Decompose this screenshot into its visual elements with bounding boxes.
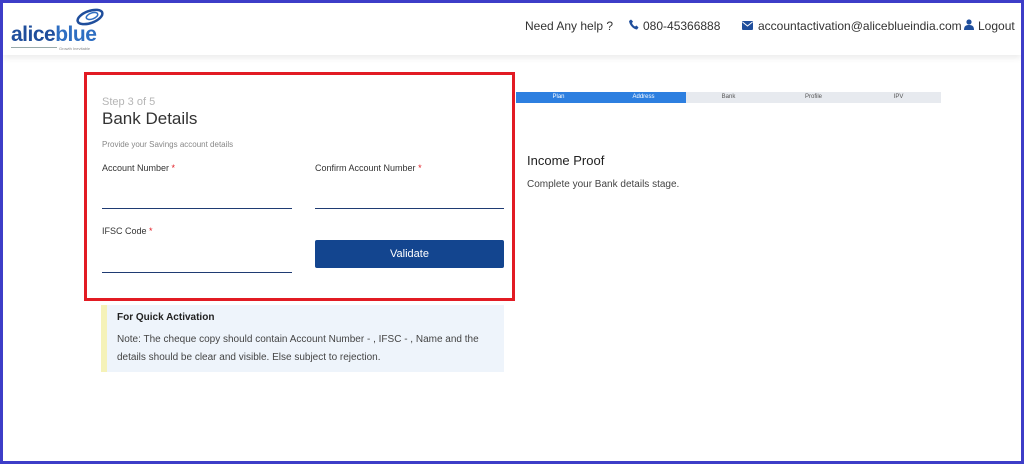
email-address: accountactivation@aliceblueindia.com (758, 19, 962, 33)
email-link[interactable]: accountactivation@aliceblueindia.com (742, 19, 962, 33)
progress-step-plan: Plan (552, 94, 565, 100)
validate-button[interactable]: Validate (315, 240, 504, 268)
phone-number: 080-45366888 (643, 19, 721, 33)
progress-step-address: Address (632, 94, 655, 100)
phone-link[interactable]: 080-45366888 (629, 19, 720, 33)
logout-label: Logout (978, 19, 1015, 33)
envelope-icon (742, 19, 753, 33)
progress-step-ipv: IPV (893, 94, 904, 100)
progress-step-profile: Profile (804, 94, 822, 100)
step-indicator: Step 3 of 5 (102, 96, 156, 108)
note-text: Note: The cheque copy should contain Acc… (117, 334, 479, 363)
note-title: For Quick Activation (117, 312, 215, 323)
help-text: Need Any help ? (525, 19, 614, 33)
logo-underline (11, 47, 57, 48)
logout-button[interactable]: Logout (964, 19, 1015, 33)
account-number-label: Account Number * (102, 163, 176, 173)
logo-wordmark: aliceblue (11, 23, 97, 46)
ifsc-code-label: IFSC Code * (102, 226, 153, 236)
aliceblue-logo[interactable]: aliceblue Growth Inevitable (11, 7, 111, 51)
user-icon (964, 19, 974, 33)
progress-step-bank: Bank (721, 94, 736, 100)
progress-steps: Plan Address Bank Profile IPV (516, 92, 941, 103)
page-title: Bank Details (102, 109, 198, 128)
phone-icon (629, 19, 639, 33)
ifsc-code-input[interactable] (102, 251, 292, 273)
top-header: aliceblue Growth Inevitable Need Any hel… (3, 3, 1021, 55)
account-number-input[interactable] (102, 187, 292, 209)
confirm-account-number-input[interactable] (315, 187, 504, 209)
confirm-account-number-label: Confirm Account Number * (315, 163, 422, 173)
page-subtitle: Provide your Savings account details (102, 140, 234, 149)
progress-bar: Plan Address Bank Profile IPV (516, 92, 941, 103)
income-proof-title: Income Proof (527, 153, 605, 168)
logo-tagline: Growth Inevitable (59, 46, 91, 51)
income-proof-text: Complete your Bank details stage. (527, 179, 680, 190)
